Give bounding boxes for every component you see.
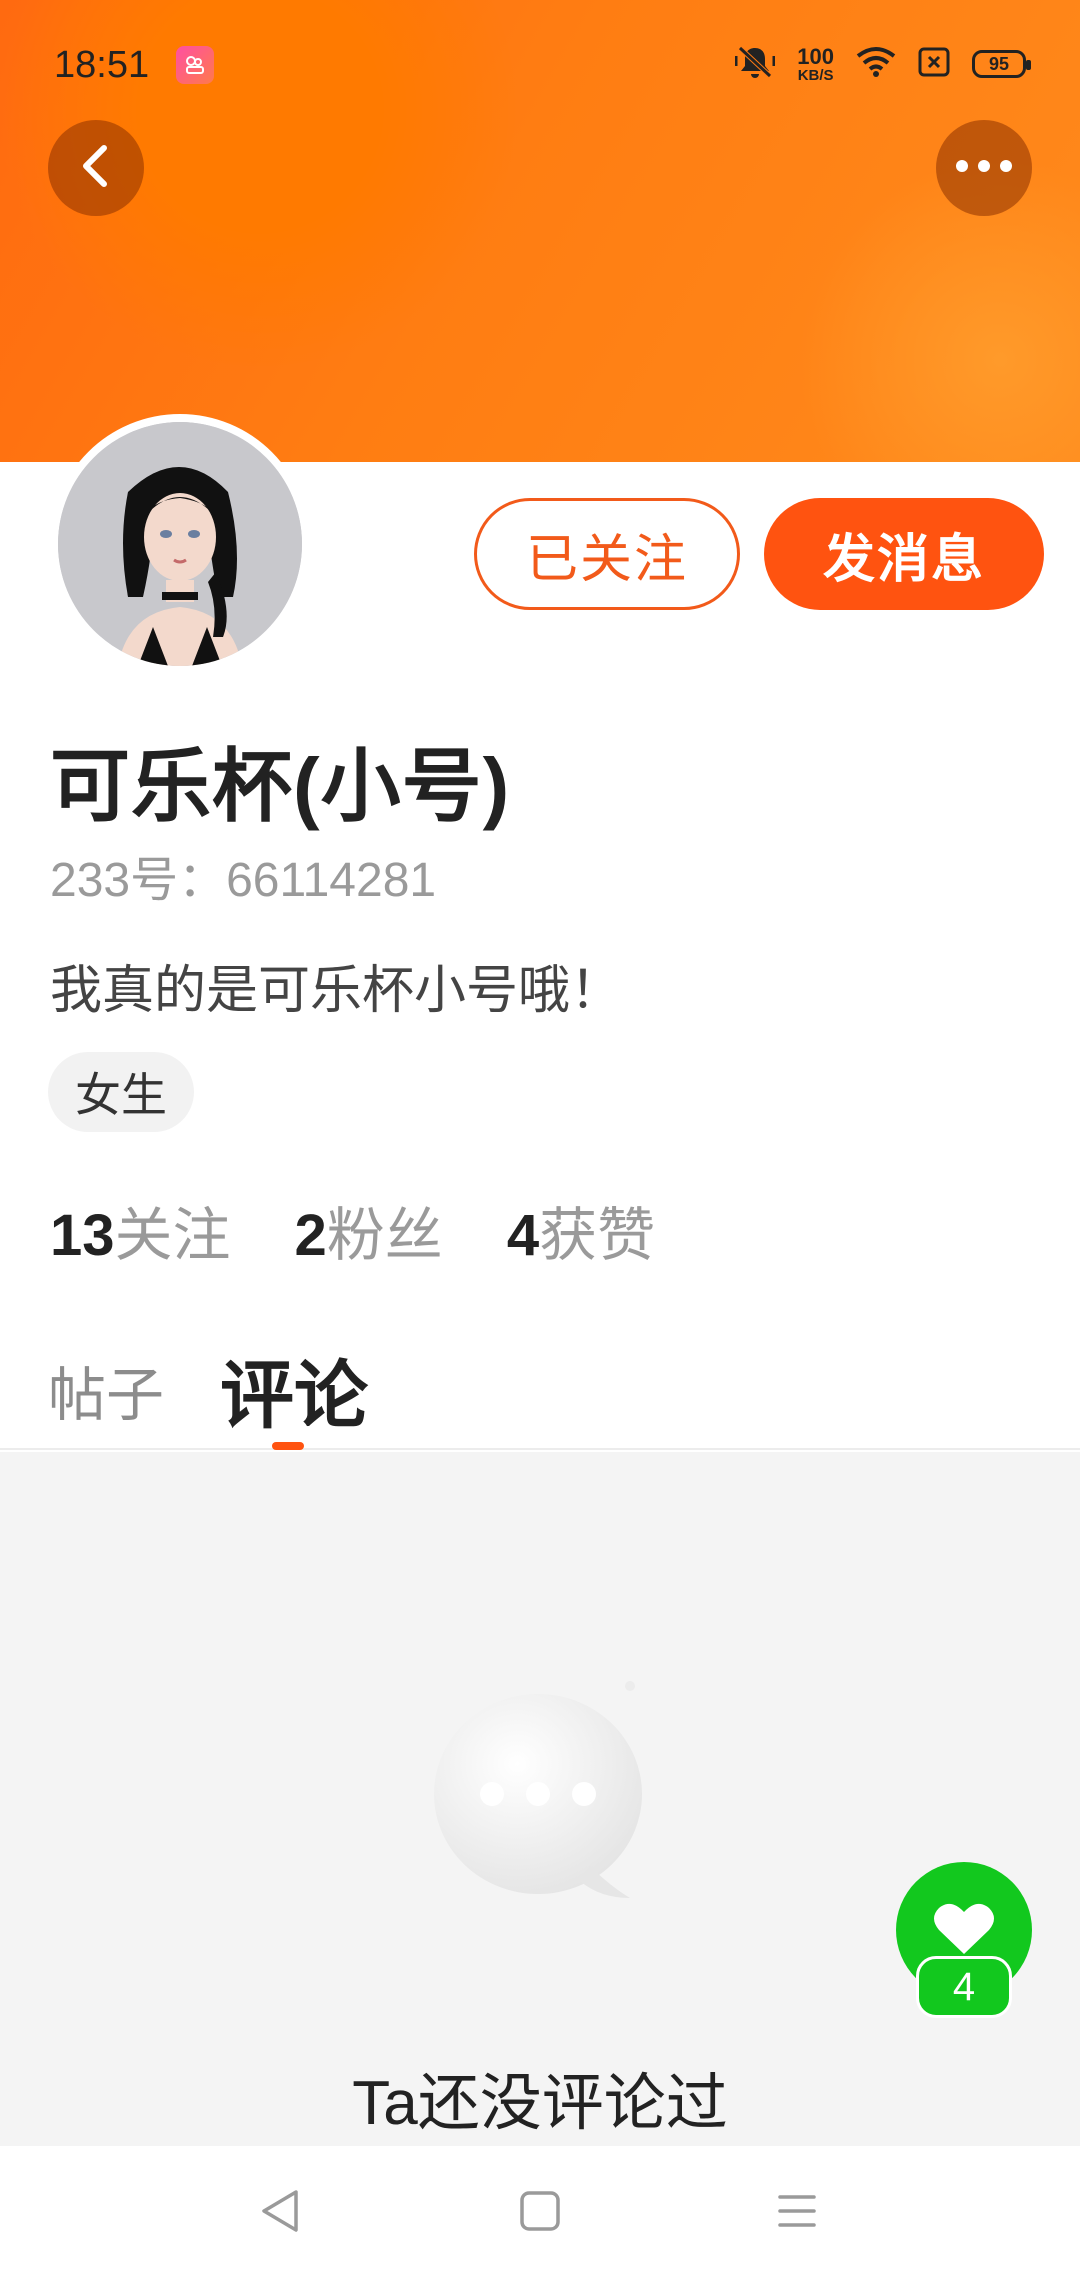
nav-back-button[interactable]	[245, 2178, 315, 2248]
system-navigation-bar	[0, 2146, 1080, 2280]
profile-stats: 13 关注 2 粉丝 4 获赞	[50, 1188, 655, 1272]
network-speed: 100 KB/S	[797, 43, 834, 84]
status-time: 18:51	[54, 44, 150, 86]
sim-card-icon	[918, 47, 950, 82]
nav-home-button[interactable]	[505, 2178, 575, 2248]
mute-icon	[734, 44, 776, 85]
menu-lines-icon	[776, 2191, 818, 2236]
like-count-badge: 4	[916, 1956, 1012, 2018]
network-speed-value: 100	[797, 43, 834, 69]
empty-chat-bubble-icon	[430, 1676, 660, 1916]
avatar-image	[58, 422, 302, 666]
followed-button[interactable]: 已关注	[474, 498, 740, 610]
avatar[interactable]	[50, 414, 310, 674]
username: 可乐杯(小号)	[50, 742, 511, 831]
tab-active-indicator	[272, 1442, 304, 1450]
more-options-button[interactable]	[936, 120, 1032, 216]
wifi-icon	[856, 46, 896, 83]
status-bar: 18:51 100 KB/S 95	[0, 0, 1080, 130]
nav-recents-button[interactable]	[762, 2178, 832, 2248]
gender-tag: 女生	[48, 1052, 194, 1132]
user-id: 233号：66114281	[50, 854, 437, 907]
likes-count: 4	[506, 1203, 540, 1268]
battery-indicator: 95	[972, 50, 1031, 78]
following-stat[interactable]: 13 关注	[50, 1188, 231, 1272]
status-icons: 100 KB/S 95	[734, 43, 1031, 85]
likes-stat[interactable]: 4 获赞	[507, 1188, 655, 1272]
user-bio: 我真的是可乐杯小号哦！	[50, 962, 623, 1020]
following-label: 关注	[114, 1203, 231, 1268]
back-button[interactable]	[48, 120, 144, 216]
send-message-button[interactable]: 发消息	[764, 498, 1044, 610]
fans-label: 粉丝	[326, 1203, 443, 1268]
fans-stat[interactable]: 2 粉丝	[295, 1188, 443, 1272]
following-count: 13	[50, 1203, 115, 1268]
profile-tabs: 帖子 评论	[0, 1330, 1080, 1450]
network-speed-unit: KB/S	[797, 66, 834, 84]
heart-icon	[933, 1900, 995, 1961]
tab-comments[interactable]: 评论	[220, 1336, 368, 1443]
chevron-left-icon	[76, 142, 116, 195]
empty-state-text: Ta还没评论过	[352, 2069, 728, 2138]
tab-posts[interactable]: 帖子	[48, 1348, 164, 1432]
more-dots-icon	[954, 158, 1014, 179]
likes-label: 获赞	[539, 1203, 656, 1268]
triangle-back-icon	[258, 2188, 302, 2239]
fans-count: 2	[294, 1203, 327, 1268]
app-notification-icon	[176, 46, 214, 84]
square-home-icon	[519, 2190, 561, 2237]
comments-list: Ta还没评论过	[0, 1452, 1080, 2146]
